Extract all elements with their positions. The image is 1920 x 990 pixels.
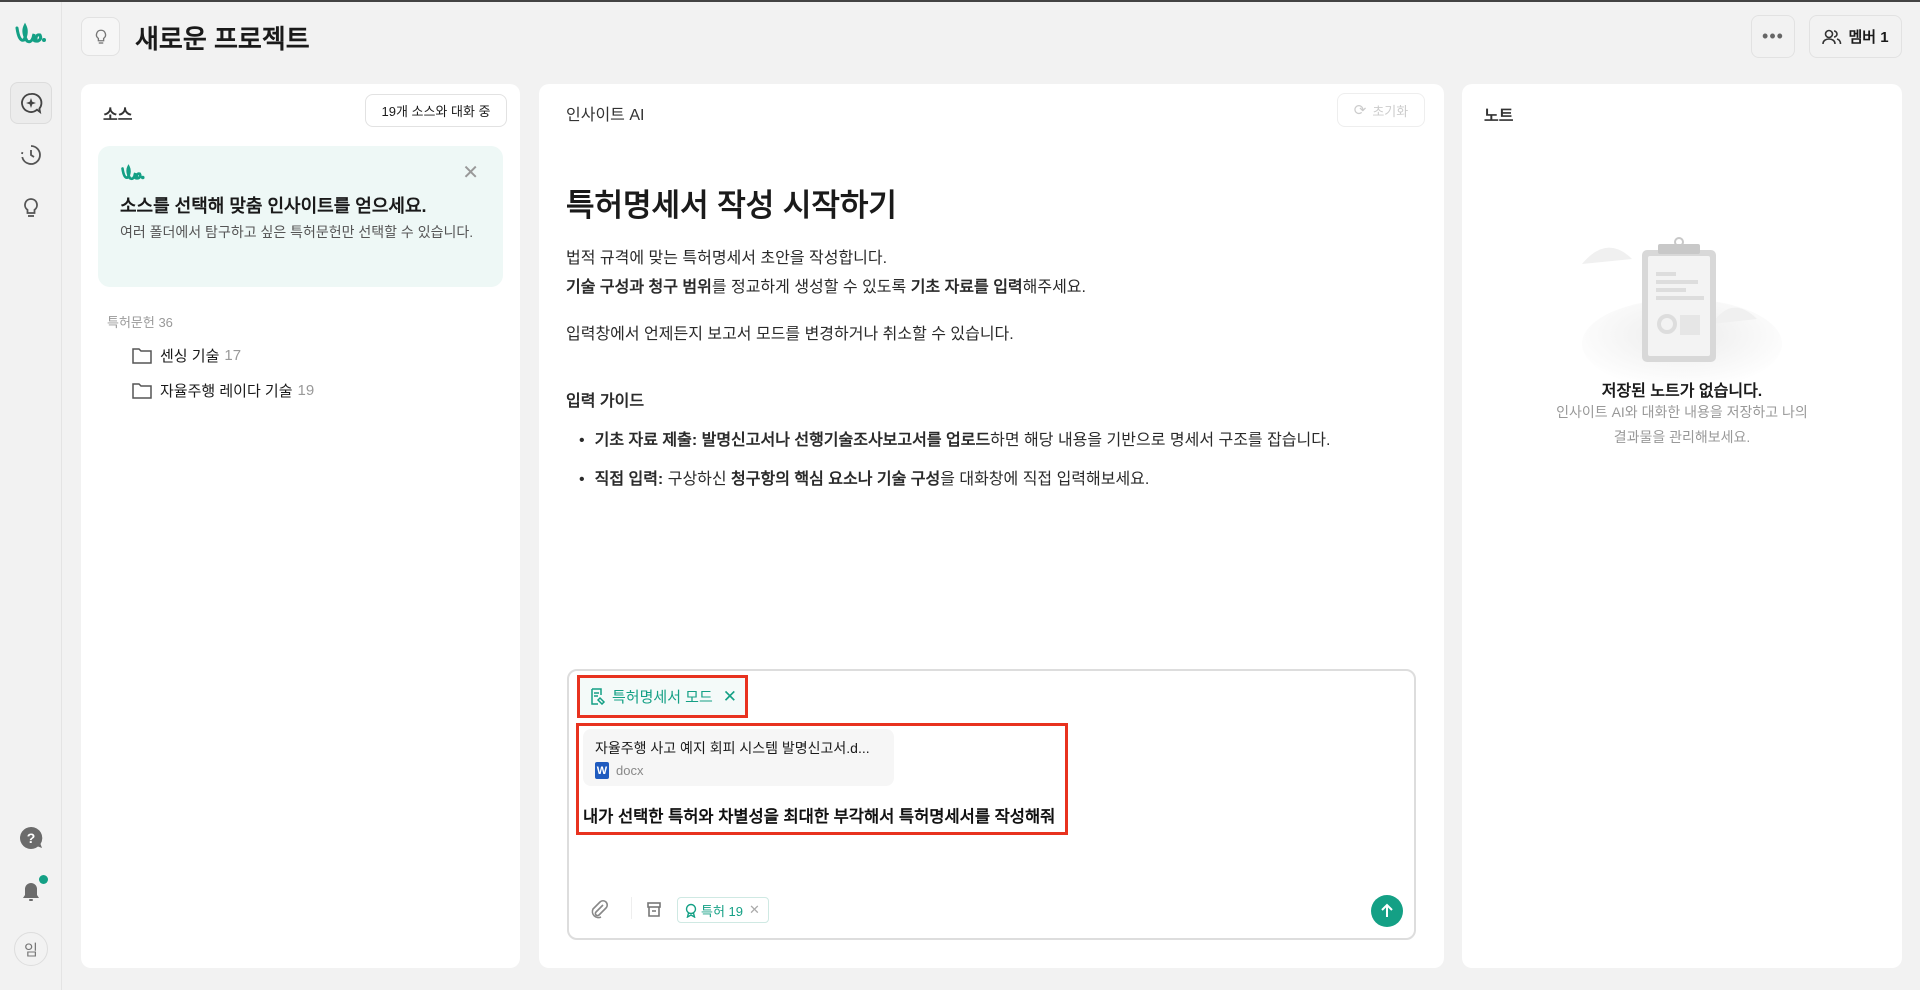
guide-item: • 기초 자료 제출: 발명신고서나 선행기술조사보고서를 업로드하면 해당 내용… [579,432,1331,449]
arrow-up-icon [1381,903,1393,917]
attachment-type: docx [616,763,644,778]
text-segment: 청구항의 핵심 요소나 기술 구성 [731,471,941,488]
members-label: 멤버 1 [1848,29,1889,46]
reset-label: 초기화 [1372,103,1409,119]
banner-close-icon[interactable]: ✕ [462,160,479,185]
badge-icon [685,903,697,918]
text-segment: 하면 해당 내용을 기반으로 명세서 구조를 잡습니다. [990,432,1331,449]
reset-button[interactable]: ⟳ 초기화 [1337,93,1425,127]
text-segment: 기초 자료를 입력 [910,279,1023,296]
remove-source-chip-icon[interactable]: ✕ [749,902,760,918]
new-chat-button[interactable] [10,82,52,124]
banner-description: 여러 폴더에서 탐구하고 싶은 특허문헌만 선택할 수 있습니다. [120,224,474,240]
folder-item[interactable]: 센싱 기술 17 [132,345,241,366]
folder-count: 17 [224,347,242,364]
notes-title: 노트 [1484,108,1514,125]
lightbulb-icon [95,29,106,44]
members-button[interactable]: 멤버 1 [1809,15,1902,58]
chat-sources-status-button[interactable]: 19개 소스와 대화 중 [365,94,507,127]
text-segment: 을 대화창에 직접 입력해보세요. [940,471,1150,488]
users-icon [1822,29,1842,44]
attach-file-button[interactable] [589,899,609,924]
patent-source-chip[interactable]: 특허 19 ✕ [677,897,769,923]
help-icon: ? [20,826,43,849]
sources-title: 소스 [103,107,133,124]
archive-icon [647,902,661,917]
banner-title: 소스를 선택해 맞춤 인사이트를 얻으세요. [120,196,427,216]
text-segment: 발명신고서나 선행기술조사보고서를 업로드 [701,432,991,449]
archive-button[interactable] [644,899,664,924]
user-avatar[interactable]: 임 [14,932,48,966]
text-segment: 기술 구성과 청구 범위 [566,279,712,296]
insight-title: 인사이트 AI [566,107,645,124]
patent-group-label[interactable]: 특허문헌 36 [107,312,173,331]
intro-paragraph: 법적 규격에 맞는 특허명세서 초안을 작성합니다. [566,250,888,267]
paperclip-icon [591,899,609,919]
highlighted-input: 자율주행 사고 예지 회피 시스템 발명신고서.d... W docx 내가 선… [576,723,1068,835]
text-segment: 를 정교하게 생성할 수 있도록 [711,279,911,296]
insights-button[interactable] [10,187,52,229]
empty-notes-desc-2: 결과물을 관리해보세요. [1613,429,1751,445]
history-icon [21,145,41,165]
empty-notes-desc: 인사이트 AI와 대화한 내용을 저장하고 나의 [1556,404,1808,420]
folder-count: 19 [297,382,315,399]
folder-name: 센싱 기술 [160,348,220,365]
remove-mode-icon[interactable]: ✕ [723,687,737,707]
left-rail: ? 임 [0,2,62,990]
guide-title: 입력 가이드 [566,393,645,410]
more-button[interactable]: ••• [1751,15,1795,58]
prompt-text[interactable]: 내가 선택한 특허와 차별성을 최대한 부각해서 특허명세서를 작성해줘 [583,803,1055,827]
text-segment: 기초 자료 제출: [594,432,702,449]
sources-banner: ✕ 소스를 선택해 맞춤 인사이트를 얻으세요. 여러 폴더에서 탐구하고 싶은… [98,146,503,287]
send-button[interactable] [1371,895,1403,927]
text-segment: 구상하신 [667,471,732,488]
text-segment: 직접 입력: [594,471,668,488]
attachment-name: 자율주행 사고 예지 회피 시스템 발명신고서.d... [595,740,870,756]
empty-notes-title: 저장된 노트가 없습니다. [1601,383,1763,400]
notes-panel: 노트 저장된 노트가 없습니다. 인사이트 AI와 대화한 내용을 저장하고 나… [1462,84,1902,968]
project-icon-button[interactable] [81,17,120,56]
patent-mode-chip[interactable]: 특허명세서 모드 ✕ [577,675,748,718]
sparkle-chat-icon [21,93,43,115]
mode-hint: 입력창에서 언제든지 보고서 모드를 변경하거나 취소할 수 있습니다. [566,326,1014,343]
word-file-icon: W [595,762,609,779]
folder-icon [132,383,152,399]
folder-icon [132,348,152,364]
notifications-button[interactable] [10,871,52,913]
attachment-card[interactable]: 자율주행 사고 예지 회피 시스템 발명신고서.d... W docx [583,729,894,786]
refresh-icon: ⟳ [1353,102,1367,119]
lightbulb-icon [24,198,38,217]
history-button[interactable] [10,134,52,176]
empty-notes-illustration [1572,194,1792,399]
help-button[interactable]: ? [10,817,52,859]
source-chip-label: 특허 19 [701,903,743,919]
app-logo[interactable] [14,22,48,51]
insight-heading: 특허명세서 작성 시작하기 [566,188,897,223]
project-title[interactable]: 새로운 프로젝트 [135,19,310,56]
folder-item[interactable]: 자율주행 레이다 기술 19 [132,380,314,401]
guide-item: • 직접 입력: 구상하신 청구항의 핵심 요소나 기술 구성을 대화창에 직접 … [579,471,1150,488]
document-edit-icon [591,688,606,705]
more-icon: ••• [1762,26,1784,46]
divider [631,897,632,919]
intro-paragraph-2: 기술 구성과 청구 범위를 정교하게 생성할 수 있도록 기초 자료를 입력해주… [566,273,1086,297]
mode-label: 특허명세서 모드 [612,689,713,706]
folder-name: 자율주행 레이다 기술 [160,383,293,400]
notification-dot [39,875,48,884]
chat-composer[interactable]: 특허명세서 모드 ✕ 자율주행 사고 예지 회피 시스템 발명신고서.d... … [567,669,1416,940]
text-segment: 해주세요. [1022,279,1086,296]
insight-panel: 인사이트 AI ⟳ 초기화 특허명세서 작성 시작하기 법적 규격에 맞는 특허명… [539,84,1444,968]
banner-logo [120,164,146,187]
sources-panel: 소스 19개 소스와 대화 중 ✕ 소스를 선택해 맞춤 인사이트를 얻으세요.… [81,84,520,968]
svg-text:?: ? [27,830,36,846]
